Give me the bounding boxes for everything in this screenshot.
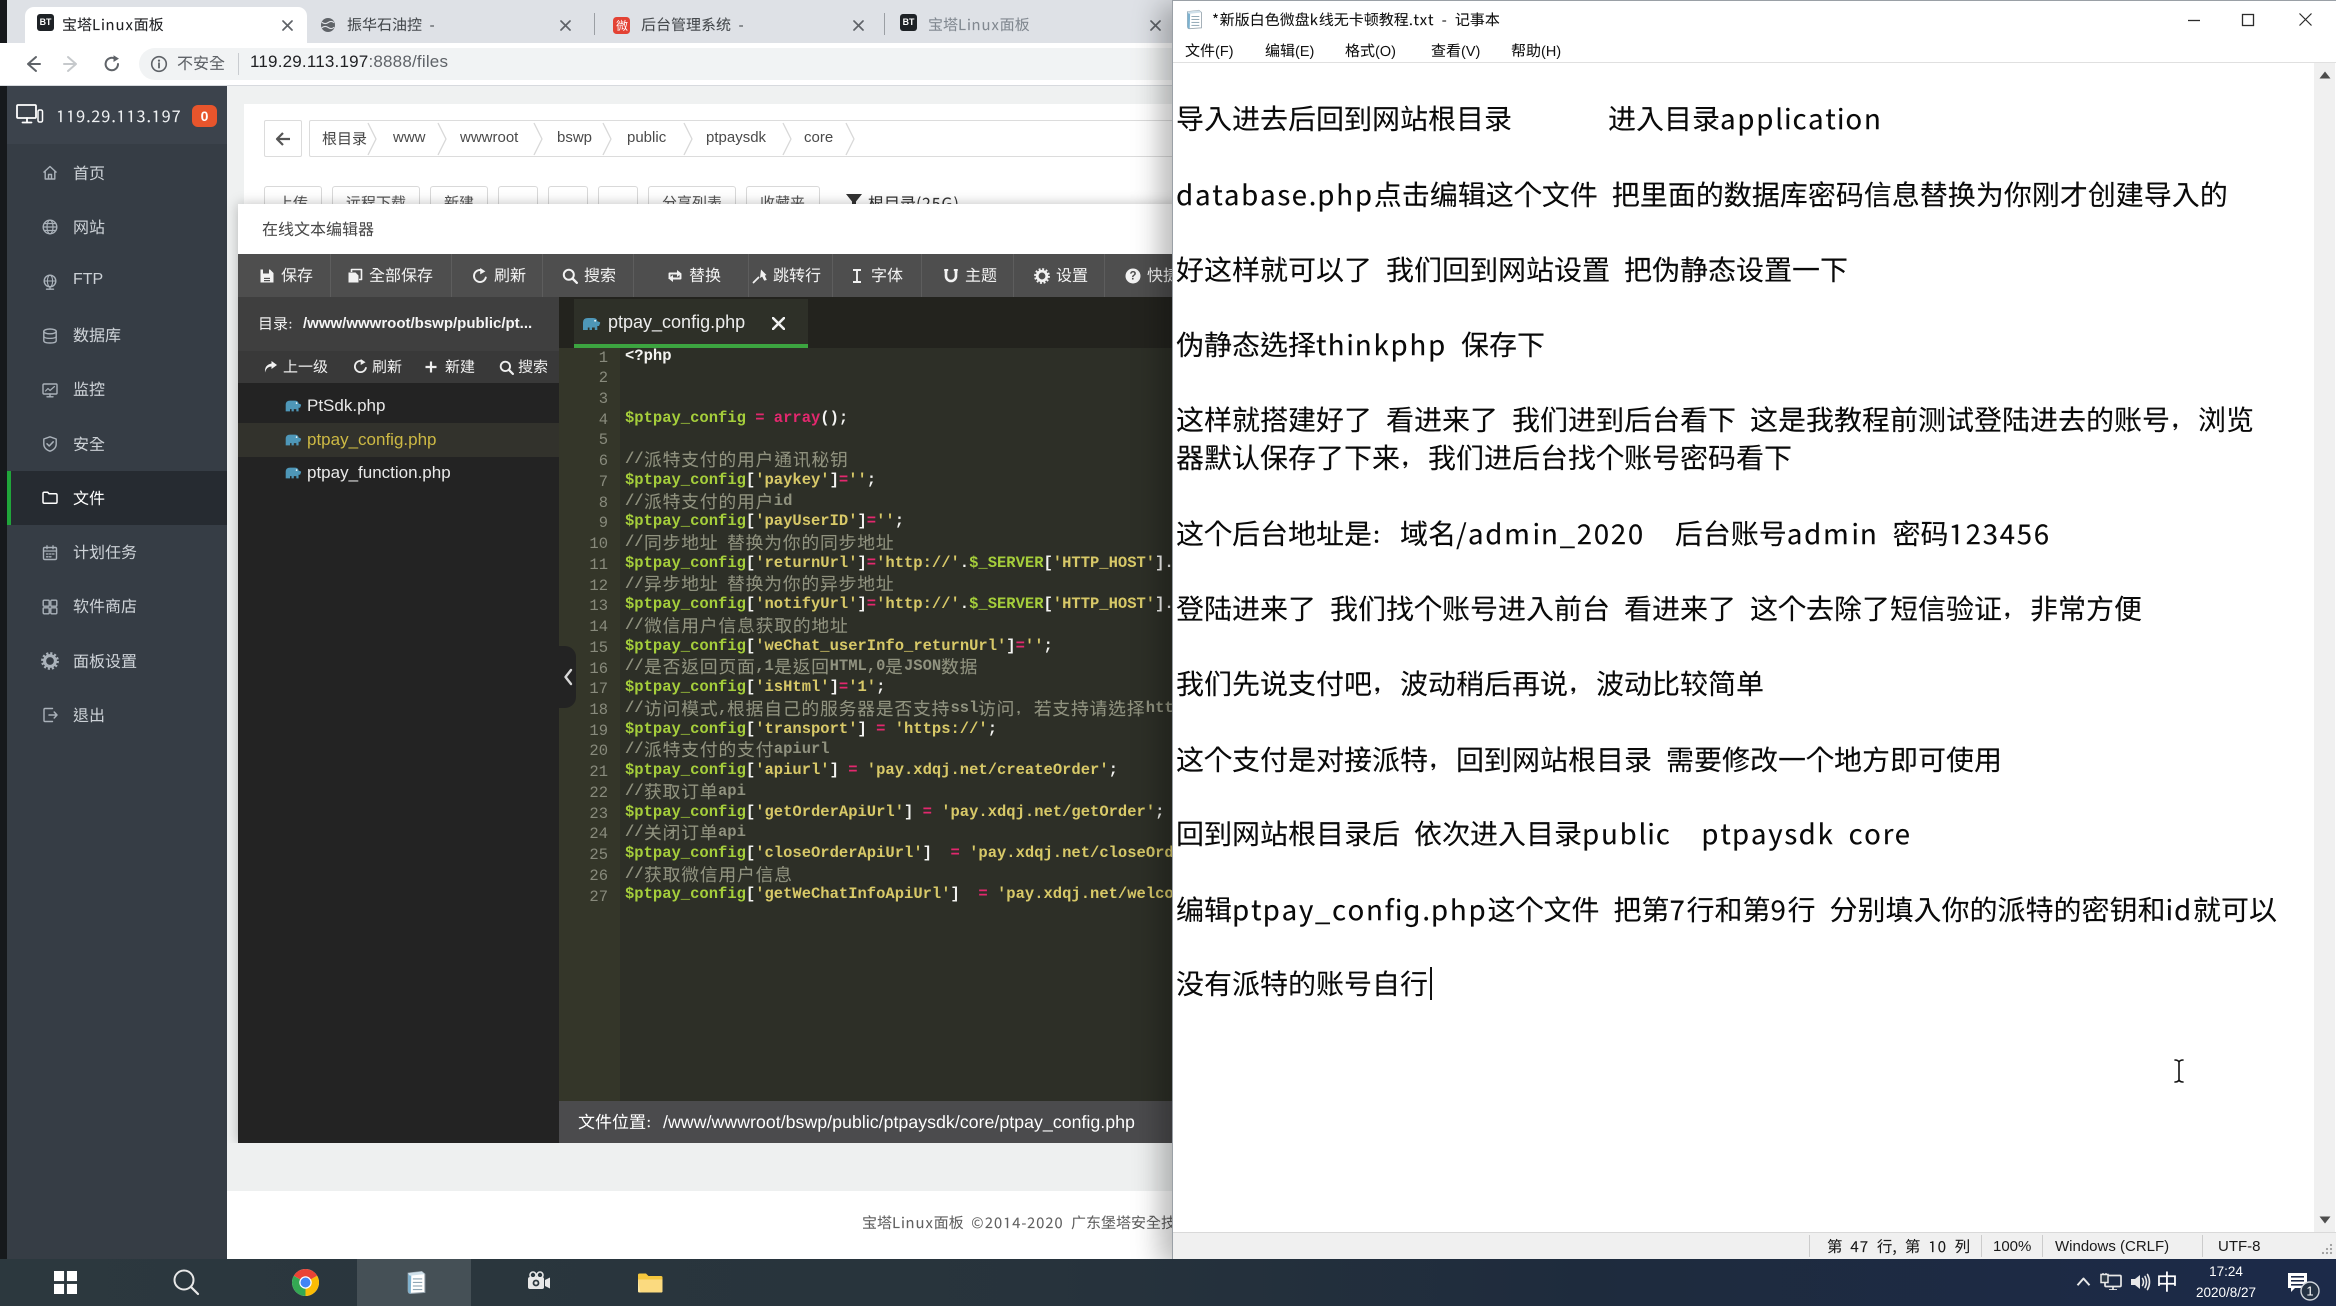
svg-text:1: 1 (2306, 1284, 2313, 1299)
svg-text:?: ? (1129, 271, 1136, 283)
